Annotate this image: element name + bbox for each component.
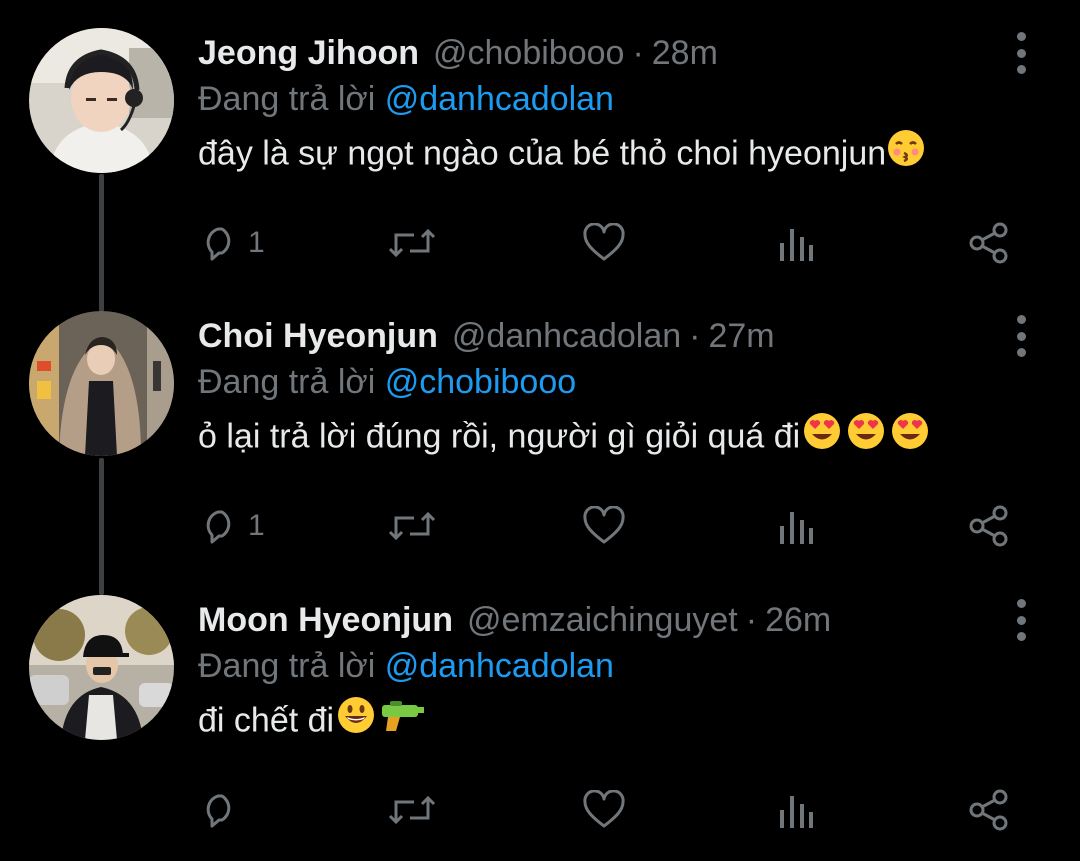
author-handle[interactable]: @danhcadolan (452, 317, 681, 356)
grinning-face-emoji-icon (334, 695, 378, 744)
share-icon (969, 789, 1008, 831)
tweet-actions: 1 (0, 503, 1080, 549)
replying-to: Đang trả lời @chobibooo (198, 363, 576, 402)
analytics-button[interactable] (778, 787, 814, 833)
tweet-text-content: đi chết đi (198, 701, 335, 740)
avatar[interactable] (29, 311, 174, 456)
share-button[interactable] (968, 503, 1010, 549)
share-icon (969, 222, 1008, 264)
reply-button[interactable] (200, 787, 248, 833)
tweet-text: đi chết đi (198, 697, 426, 744)
tweet-header: Choi Hyeonjun @danhcadolan · 27m (198, 311, 775, 361)
reply-count: 1 (248, 226, 265, 259)
tweet-text-content: đây là sự ngọt ngào của bé thỏ choi hyeo… (198, 134, 887, 173)
replying-to-label: Đang trả lời (198, 80, 376, 118)
author-name[interactable]: Choi Hyeonjun (198, 317, 438, 356)
tweet-actions (0, 787, 1080, 833)
tweet-text: đây là sự ngọt ngào của bé thỏ choi hyeo… (198, 130, 926, 177)
reply-icon (206, 227, 231, 261)
separator: · (689, 316, 701, 355)
water-pistol-emoji-icon (378, 695, 426, 744)
heart-eyes-emoji-icon (800, 411, 844, 460)
tweet-header: Moon Hyeonjun @emzaichinguyet · 26m (198, 595, 831, 645)
replying-to-label: Đang trả lời (198, 363, 376, 401)
replying-to: Đang trả lời @danhcadolan (198, 647, 614, 686)
replying-to: Đang trả lời @danhcadolan (198, 80, 614, 119)
timestamp[interactable]: 28m (652, 34, 718, 73)
retweet-icon (388, 228, 436, 258)
avatar[interactable] (29, 28, 174, 173)
author-handle[interactable]: @emzaichinguyet (467, 601, 738, 640)
analytics-icon (780, 796, 813, 828)
reply-button[interactable]: 1 (200, 220, 265, 266)
retweet-icon (388, 511, 436, 541)
tweet-text-content: ỏ lại trả lời đúng rồi, người gì giỏi qu… (198, 417, 801, 456)
heart-icon (583, 790, 625, 828)
reply-icon (206, 510, 231, 544)
replying-to-mention[interactable]: @chobibooo (385, 363, 576, 401)
reply-icon (206, 794, 231, 828)
replying-to-mention[interactable]: @danhcadolan (385, 647, 614, 685)
heart-eyes-emoji-icon (844, 411, 888, 460)
retweet-button[interactable] (388, 787, 436, 833)
retweet-button[interactable] (388, 220, 436, 266)
analytics-icon (780, 229, 813, 261)
more-options-icon[interactable] (1008, 32, 1034, 74)
like-button[interactable] (582, 503, 626, 549)
timestamp[interactable]: 27m (708, 317, 774, 356)
like-button[interactable] (582, 787, 626, 833)
separator: · (632, 33, 644, 72)
heart-eyes-emoji-icon (888, 411, 932, 460)
author-name[interactable]: Jeong Jihoon (198, 34, 419, 73)
avatar[interactable] (29, 595, 174, 740)
reply-count: 1 (248, 509, 265, 542)
share-button[interactable] (968, 787, 1010, 833)
author-handle[interactable]: @chobibooo (433, 34, 624, 73)
heart-icon (583, 506, 625, 544)
tweet-text: ỏ lại trả lời đúng rồi, người gì giỏi qu… (198, 413, 932, 460)
author-name[interactable]: Moon Hyeonjun (198, 601, 453, 640)
separator: · (745, 600, 758, 639)
analytics-icon (780, 512, 813, 544)
retweet-button[interactable] (388, 503, 436, 549)
replying-to-mention[interactable]: @danhcadolan (385, 80, 614, 118)
retweet-icon (388, 795, 436, 825)
share-icon (969, 505, 1008, 547)
like-button[interactable] (582, 220, 626, 266)
tweet-header: Jeong Jihoon @chobibooo · 28m (198, 28, 718, 78)
tweet-actions: 1 (0, 220, 1080, 266)
analytics-button[interactable] (778, 220, 814, 266)
analytics-button[interactable] (778, 503, 814, 549)
replying-to-label: Đang trả lời (198, 647, 376, 685)
heart-icon (583, 223, 625, 261)
more-options-icon[interactable] (1008, 315, 1034, 357)
share-button[interactable] (968, 220, 1010, 266)
reply-button[interactable]: 1 (200, 503, 265, 549)
more-options-icon[interactable] (1008, 599, 1034, 641)
timestamp[interactable]: 26m (765, 601, 831, 640)
kissing-face-emoji-icon (886, 128, 926, 177)
